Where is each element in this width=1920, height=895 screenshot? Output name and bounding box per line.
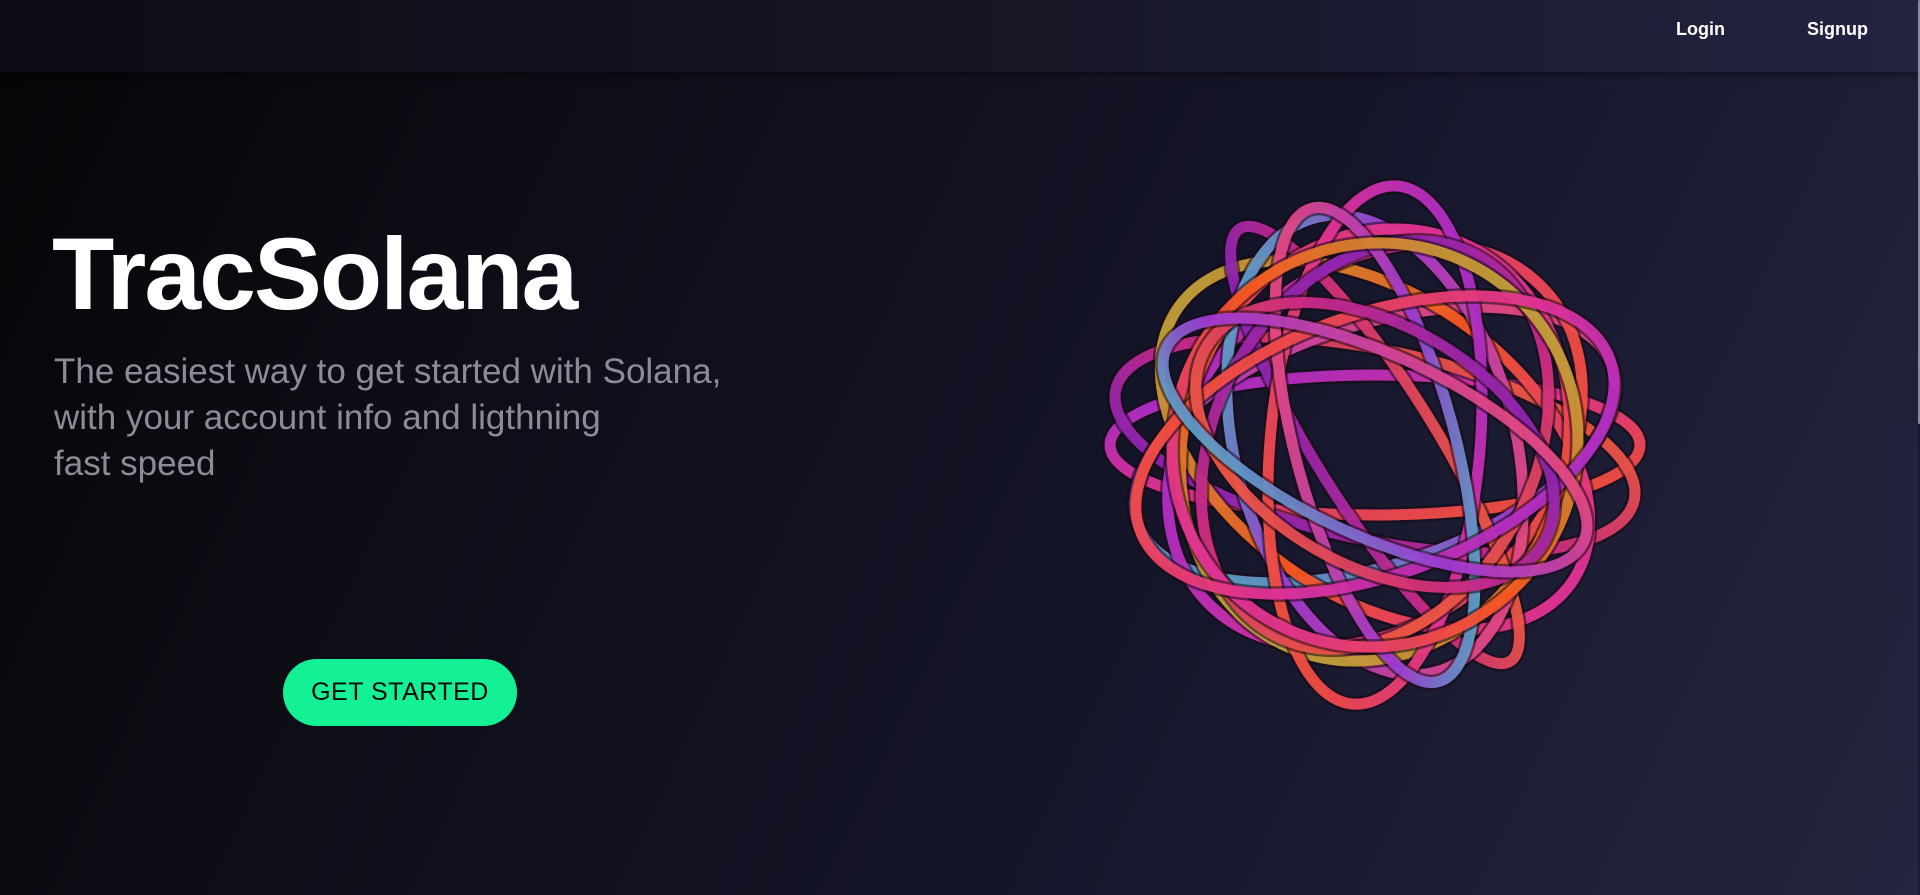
- login-link[interactable]: Login: [1676, 19, 1725, 40]
- hero-subtitle-line: fast speed: [54, 444, 216, 483]
- signup-link[interactable]: Signup: [1807, 19, 1868, 40]
- get-started-button[interactable]: GET STARTED: [283, 659, 517, 726]
- hero-subtitle-line: The easiest way to get started with Sola…: [54, 352, 722, 391]
- hero-subtitle-line: with your account info and ligthning: [54, 398, 601, 437]
- hero-subtitle: The easiest way to get started with Sola…: [54, 349, 794, 487]
- top-navigation-bar: Login Signup: [0, 0, 1918, 72]
- ribbon-sphere-illustration: [1102, 177, 1648, 713]
- hero-title: TracSolana: [52, 217, 578, 331]
